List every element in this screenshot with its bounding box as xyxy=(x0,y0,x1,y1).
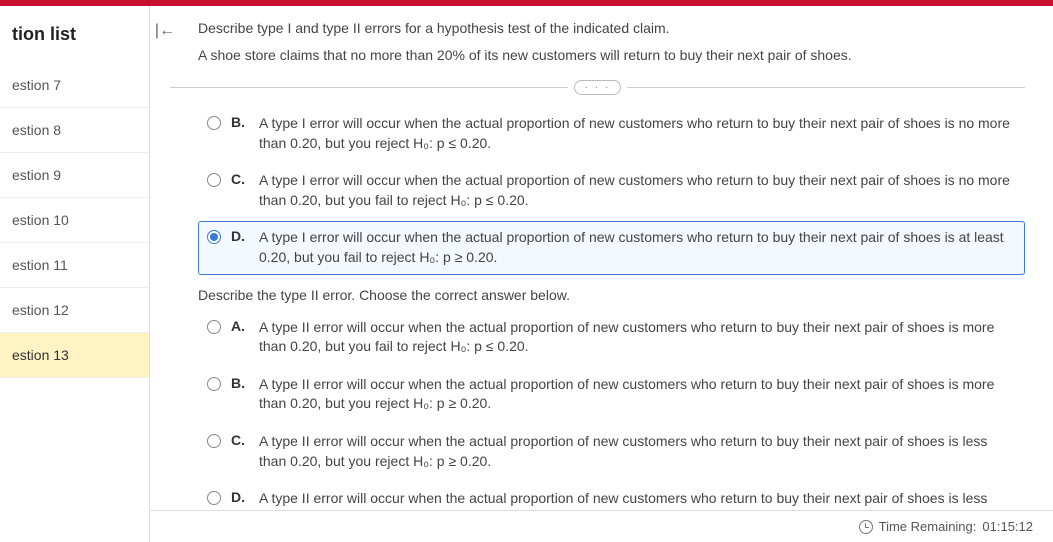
question-panel: |← Describe type I and type II errors fo… xyxy=(150,6,1053,542)
sidebar-title: tion list xyxy=(0,16,149,63)
option-text: A type I error will occur when the actua… xyxy=(259,228,1016,267)
footer-bar: Time Remaining: 01:15:12 xyxy=(150,510,1053,542)
sidebar-item-q12[interactable]: estion 12 xyxy=(0,288,149,333)
clock-icon xyxy=(859,520,873,534)
option-text: A type I error will occur when the actua… xyxy=(259,171,1016,210)
sidebar-item-q10[interactable]: estion 10 xyxy=(0,198,149,243)
sidebar-item-q8[interactable]: estion 8 xyxy=(0,108,149,153)
question-list-sidebar: tion list estion 7 estion 8 estion 9 est… xyxy=(0,6,150,542)
radio-icon xyxy=(207,434,221,448)
option-text: A type II error will occur when the actu… xyxy=(259,375,1016,414)
divider-handle[interactable]: · · · xyxy=(574,80,622,95)
sidebar-item-q9[interactable]: estion 9 xyxy=(0,153,149,198)
radio-icon xyxy=(207,173,221,187)
option-letter: D. xyxy=(231,228,249,267)
option-letter: B. xyxy=(231,114,249,153)
sidebar-item-q7[interactable]: estion 7 xyxy=(0,63,149,108)
radio-icon xyxy=(207,116,221,130)
section-divider: · · · xyxy=(170,80,1025,95)
option-b-2[interactable]: B. A type II error will occur when the a… xyxy=(198,368,1025,421)
radio-icon xyxy=(207,230,221,244)
collapse-sidebar-icon[interactable]: |← xyxy=(154,20,176,42)
divider-line-right xyxy=(627,87,1025,88)
option-letter: B. xyxy=(231,375,249,414)
option-c-2[interactable]: C. A type II error will occur when the a… xyxy=(198,425,1025,478)
page-layout: tion list estion 7 estion 8 estion 9 est… xyxy=(0,6,1053,542)
option-c[interactable]: C. A type I error will occur when the ac… xyxy=(198,164,1025,217)
option-b[interactable]: B. A type I error will occur when the ac… xyxy=(198,107,1025,160)
option-a-2[interactable]: A. A type II error will occur when the a… xyxy=(198,311,1025,364)
sidebar-item-q13[interactable]: estion 13 xyxy=(0,333,149,378)
option-d[interactable]: D. A type I error will occur when the ac… xyxy=(198,221,1025,274)
option-letter: C. xyxy=(231,432,249,471)
option-text: A type II error will occur when the actu… xyxy=(259,432,1016,471)
question-prompt: Describe type I and type II errors for a… xyxy=(198,18,1025,39)
option-letter: A. xyxy=(231,318,249,357)
option-letter: C. xyxy=(231,171,249,210)
radio-icon xyxy=(207,320,221,334)
option-text: A type II error will occur when the actu… xyxy=(259,318,1016,357)
timer-label: Time Remaining: xyxy=(879,519,977,534)
part2-prompt: Describe the type II error. Choose the c… xyxy=(198,287,1025,303)
question-context: A shoe store claims that no more than 20… xyxy=(198,45,1025,66)
timer-value: 01:15:12 xyxy=(982,519,1033,534)
radio-icon xyxy=(207,491,221,505)
option-text: A type I error will occur when the actua… xyxy=(259,114,1016,153)
time-remaining: Time Remaining: 01:15:12 xyxy=(859,519,1033,534)
part2-options: A. A type II error will occur when the a… xyxy=(198,311,1025,536)
part1-options: B. A type I error will occur when the ac… xyxy=(198,107,1025,275)
sidebar-item-q11[interactable]: estion 11 xyxy=(0,243,149,288)
divider-line-left xyxy=(170,87,568,88)
radio-icon xyxy=(207,377,221,391)
